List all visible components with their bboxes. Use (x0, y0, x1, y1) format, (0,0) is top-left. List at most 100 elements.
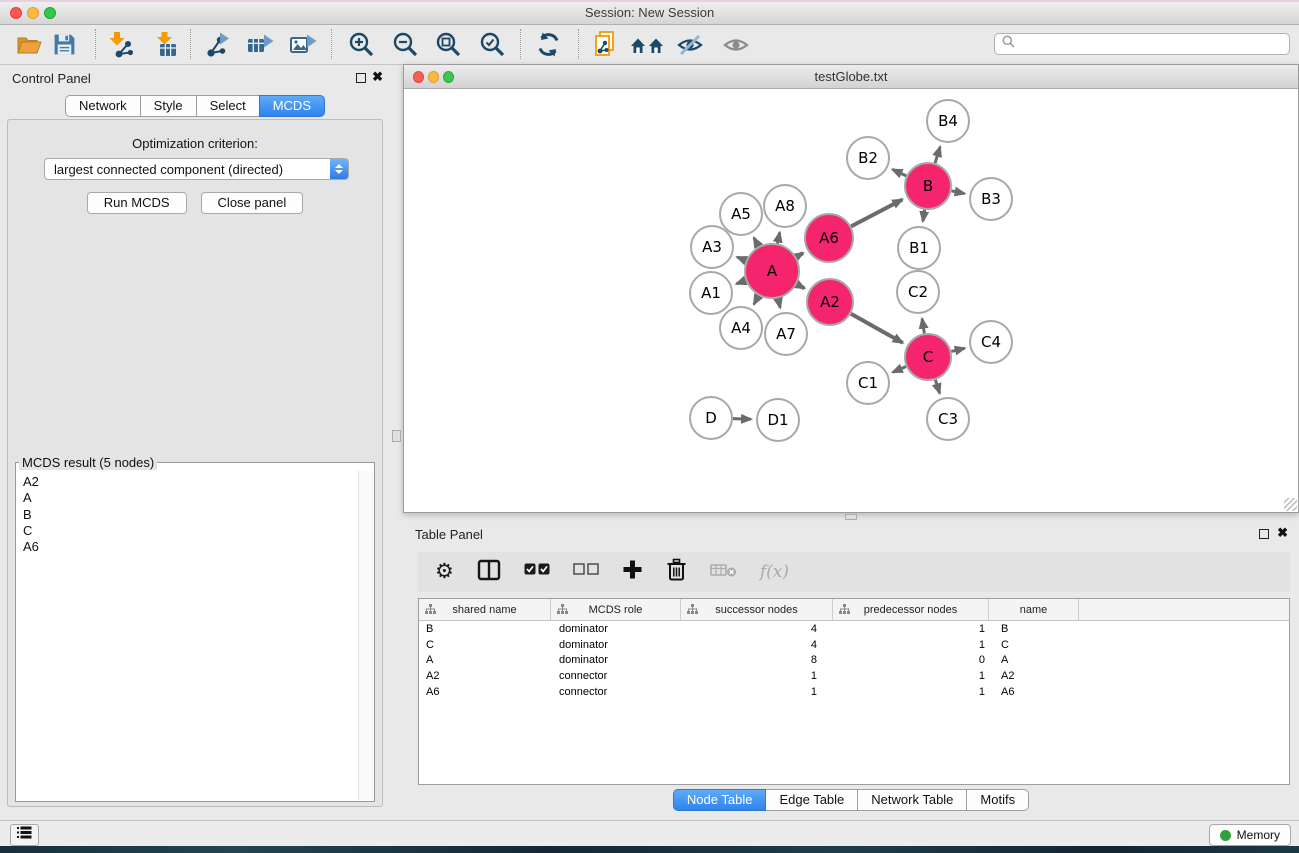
cell-mcds-role[interactable]: connector (551, 670, 681, 682)
cell-mcds-role[interactable]: dominator (551, 623, 681, 635)
zoom-in-button[interactable] (342, 27, 380, 62)
show-columns-button[interactable] (477, 559, 501, 586)
tab-style[interactable]: Style (140, 95, 197, 117)
cell-mcds-role[interactable]: dominator (551, 639, 681, 651)
graph-edge-A-A3[interactable] (737, 257, 746, 261)
export-network-button[interactable] (198, 27, 236, 62)
graph-node-A6[interactable]: A6 (805, 214, 853, 262)
graph-node-A[interactable]: A (745, 244, 799, 298)
network-canvas[interactable]: AA1A2A3A4A5A6A7A8BB1B2B3B4CC1C2C3C4DD1 (404, 89, 1298, 512)
table-row[interactable]: A2 connector 1 1 A2 (419, 668, 1289, 684)
graph-edge-B-B3[interactable] (952, 191, 965, 194)
result-scrollbar[interactable] (358, 471, 373, 800)
apply-layout-button[interactable] (529, 27, 567, 62)
close-panel-button[interactable]: Close panel (201, 192, 304, 214)
graph-node-A7[interactable]: A7 (765, 313, 807, 355)
cell-name[interactable]: A2 (989, 670, 1079, 682)
show-log-button[interactable] (10, 824, 39, 846)
create-column-button[interactable] (622, 559, 643, 585)
zoom-selected-button[interactable] (473, 27, 511, 62)
graph-edge-A-A8[interactable] (777, 232, 779, 243)
column-header-name[interactable]: name (989, 599, 1079, 620)
tab-motifs[interactable]: Motifs (966, 789, 1029, 811)
criterion-dropdown[interactable]: largest connected component (directed) (44, 158, 349, 180)
column-header-shared-name[interactable]: shared name (419, 599, 551, 620)
tab-network-table[interactable]: Network Table (857, 789, 967, 811)
zoom-out-button[interactable] (386, 27, 424, 62)
graph-edge-A-A7[interactable] (778, 298, 780, 307)
tab-network[interactable]: Network (65, 95, 141, 117)
cell-name[interactable]: C (989, 639, 1079, 651)
graph-edge-C-C2[interactable] (922, 319, 924, 334)
column-header-successor-nodes[interactable]: successor nodes (681, 599, 833, 620)
unselect-all-columns-button[interactable] (573, 563, 599, 581)
graph-edge-B-B1[interactable] (923, 210, 925, 222)
mcds-result-item[interactable]: C (23, 523, 358, 539)
graph-edge-A6-B[interactable] (851, 199, 902, 226)
window-resize-grip[interactable] (1284, 498, 1297, 511)
mcds-result-item[interactable]: A2 (23, 474, 358, 490)
table-row[interactable]: A6 connector 1 1 A6 (419, 684, 1289, 700)
memory-button[interactable]: Memory (1209, 824, 1291, 846)
graph-edge-A-A2[interactable] (797, 284, 805, 288)
tab-node-table[interactable]: Node Table (673, 789, 767, 811)
import-table-button[interactable] (147, 27, 185, 62)
mcds-result-item[interactable]: A6 (23, 539, 358, 555)
cell-shared-name[interactable]: B (419, 623, 551, 635)
cell-predecessor-nodes[interactable]: 1 (833, 670, 989, 682)
graph-node-B4[interactable]: B4 (927, 100, 969, 142)
graph-edge-C-C3[interactable] (935, 380, 939, 393)
cell-shared-name[interactable]: A6 (419, 686, 551, 698)
export-table-button[interactable] (241, 27, 279, 62)
select-all-columns-button[interactable] (524, 563, 550, 581)
hide-selected-button[interactable] (671, 27, 709, 62)
graph-edge-D-D1[interactable] (733, 419, 751, 420)
cell-name[interactable]: A6 (989, 686, 1079, 698)
import-network-button[interactable] (101, 27, 139, 62)
graph-node-C3[interactable]: C3 (927, 398, 969, 440)
cell-shared-name[interactable]: A (419, 654, 551, 666)
graph-node-A2[interactable]: A2 (807, 279, 853, 325)
cell-successor-nodes[interactable]: 1 (681, 686, 833, 698)
table-row[interactable]: C dominator 4 1 C (419, 637, 1289, 653)
run-mcds-button[interactable]: Run MCDS (87, 192, 187, 214)
save-session-button[interactable] (45, 27, 83, 62)
graph-edge-C-C1[interactable] (893, 367, 906, 373)
graph-edge-A-A5[interactable] (754, 238, 759, 247)
cell-predecessor-nodes[interactable]: 0 (833, 654, 989, 666)
mcds-result-item[interactable]: A (23, 490, 358, 506)
first-neighbors-button[interactable] (628, 27, 666, 62)
cell-predecessor-nodes[interactable]: 1 (833, 686, 989, 698)
cell-name[interactable]: B (989, 623, 1079, 635)
graph-node-A3[interactable]: A3 (691, 226, 733, 268)
export-image-button[interactable] (284, 27, 322, 62)
graph-node-A8[interactable]: A8 (764, 185, 806, 227)
delete-columns-button[interactable] (666, 558, 687, 586)
graph-edge-A-A6[interactable] (796, 253, 803, 257)
close-table-panel-icon[interactable]: ✖ (1277, 526, 1288, 540)
graph-node-C[interactable]: C (905, 334, 951, 380)
float-panel-icon[interactable] (356, 73, 366, 83)
cell-mcds-role[interactable]: connector (551, 686, 681, 698)
graph-node-C4[interactable]: C4 (970, 321, 1012, 363)
cell-successor-nodes[interactable]: 4 (681, 639, 833, 651)
graph-node-D1[interactable]: D1 (757, 399, 799, 441)
graph-edge-A2-C[interactable] (851, 314, 903, 343)
tab-edge-table[interactable]: Edge Table (765, 789, 858, 811)
open-file-button[interactable] (10, 27, 48, 62)
graph-node-A1[interactable]: A1 (690, 272, 732, 314)
cell-shared-name[interactable]: A2 (419, 670, 551, 682)
tab-select[interactable]: Select (196, 95, 260, 117)
graph-node-B2[interactable]: B2 (847, 137, 889, 179)
graph-node-C1[interactable]: C1 (847, 362, 889, 404)
graph-edge-A-A1[interactable] (736, 280, 745, 283)
graph-edge-B-B4[interactable] (935, 147, 940, 163)
graph-edge-B-B2[interactable] (892, 169, 906, 175)
table-settings-button[interactable]: ⚙ (435, 562, 454, 582)
tab-mcds[interactable]: MCDS (259, 95, 325, 117)
cell-successor-nodes[interactable]: 4 (681, 623, 833, 635)
close-panel-icon[interactable]: ✖ (372, 70, 383, 84)
cell-predecessor-nodes[interactable]: 1 (833, 639, 989, 651)
graph-node-A4[interactable]: A4 (720, 307, 762, 349)
graph-node-B3[interactable]: B3 (970, 178, 1012, 220)
